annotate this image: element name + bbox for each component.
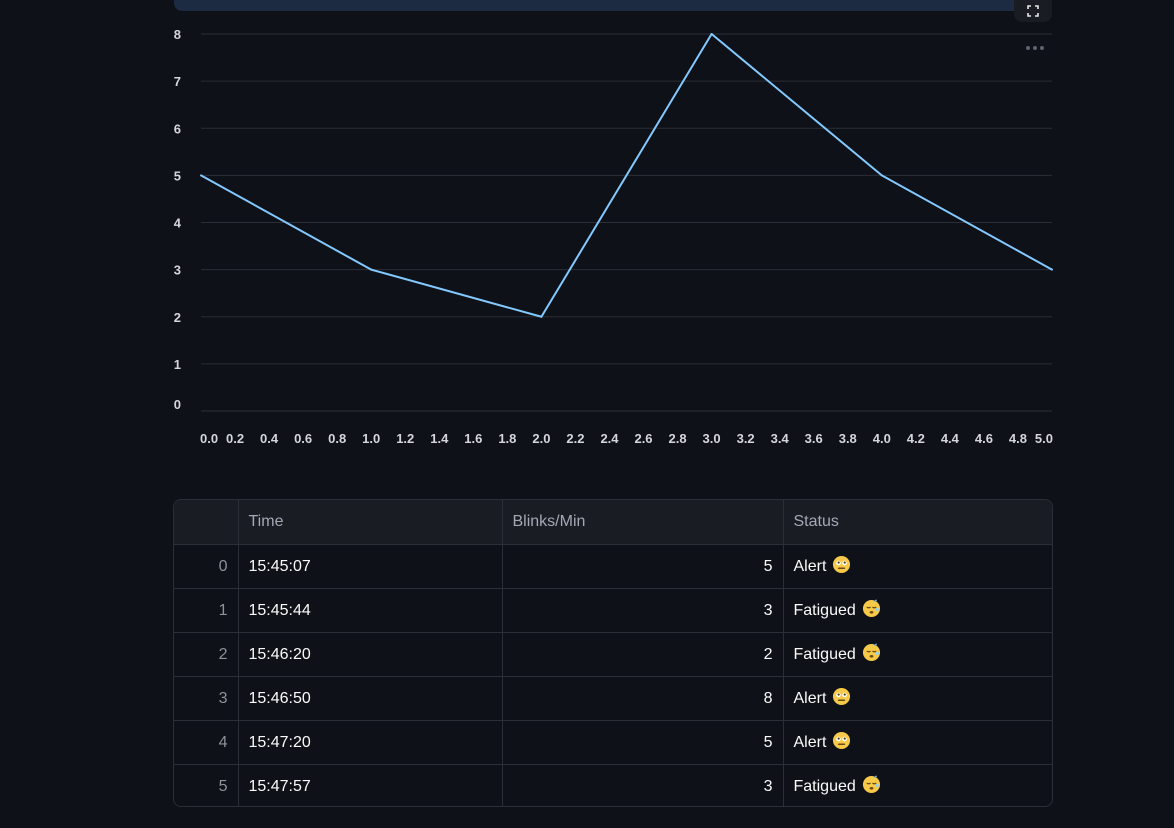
cell-status[interactable]: Alert <box>783 720 1052 765</box>
sleepy-face-icon <box>862 642 881 667</box>
x-tick-label: 0.4 <box>260 431 279 446</box>
column-header-time[interactable]: Time <box>238 500 503 545</box>
cell-blinks[interactable]: 5 <box>502 544 784 589</box>
x-tick-label: 4.0 <box>873 431 891 446</box>
x-tick-label: 3.8 <box>839 431 857 446</box>
y-tick-label: 7 <box>174 74 181 89</box>
x-tick-label: 2.0 <box>532 431 550 446</box>
row-index[interactable]: 4 <box>174 720 239 765</box>
x-tick-label: 1.0 <box>362 431 380 446</box>
status-label: Fatigued <box>793 645 856 663</box>
dataframe-table[interactable]: Time Blinks/Min Status 0 15:45:07 5 Alert 1 1… <box>173 499 1053 807</box>
y-tick-label: 8 <box>174 27 181 42</box>
cell-blinks[interactable]: 8 <box>502 676 784 721</box>
table-row[interactable]: 3 15:46:50 8 Alert <box>174 676 1052 721</box>
cell-time[interactable]: 15:45:44 <box>238 588 503 633</box>
alert-face-icon <box>832 555 851 579</box>
x-tick-label: 4.4 <box>941 431 960 446</box>
x-tick-label: 4.8 <box>1009 431 1027 446</box>
alert-face-icon <box>832 731 851 755</box>
table-row[interactable]: 1 15:45:44 3 Fatigued <box>174 588 1052 633</box>
table-header-row: Time Blinks/Min Status <box>174 500 1052 545</box>
more-horizontal-icon <box>1026 46 1044 50</box>
cell-status[interactable]: Alert <box>783 544 1052 589</box>
x-tick-label: 0.0 <box>200 431 218 446</box>
cell-time[interactable]: 15:45:07 <box>238 544 503 589</box>
table-row[interactable]: 0 15:45:07 5 Alert <box>174 544 1052 589</box>
column-header-status[interactable]: Status <box>783 500 1052 545</box>
x-tick-label: 1.4 <box>430 431 449 446</box>
y-tick-label: 2 <box>174 310 181 325</box>
data-point[interactable] <box>710 33 713 35</box>
status-label: Alert <box>793 689 827 707</box>
x-tick-label: 3.2 <box>737 431 755 446</box>
cell-time[interactable]: 15:46:50 <box>238 676 503 721</box>
cell-status[interactable]: Fatigued <box>783 765 1052 807</box>
y-tick-label: 4 <box>174 216 182 231</box>
x-tick-label: 1.8 <box>498 431 516 446</box>
chart-menu-button[interactable] <box>1020 38 1050 58</box>
row-index[interactable]: 1 <box>174 588 239 633</box>
sleepy-face-icon <box>862 598 881 623</box>
data-point[interactable] <box>880 174 883 177</box>
status-label: Fatigued <box>793 777 856 795</box>
cell-status[interactable]: Fatigued <box>783 632 1052 677</box>
data-point[interactable] <box>540 315 543 318</box>
table-row[interactable]: 2 15:46:20 2 Fatigued <box>174 632 1052 677</box>
x-tick-label: 1.2 <box>396 431 414 446</box>
x-tick-label: 2.4 <box>600 431 619 446</box>
column-header-index[interactable] <box>174 500 239 545</box>
row-index[interactable]: 2 <box>174 632 239 677</box>
x-tick-label: 4.6 <box>975 431 993 446</box>
cell-blinks[interactable]: 2 <box>502 632 784 677</box>
cell-blinks[interactable]: 3 <box>502 588 784 633</box>
row-index[interactable]: 0 <box>174 544 239 589</box>
cell-time[interactable]: 15:46:20 <box>238 632 503 677</box>
cell-blinks[interactable]: 5 <box>502 720 784 765</box>
y-tick-label: 6 <box>174 121 181 136</box>
x-tick-label: 4.2 <box>907 431 925 446</box>
y-tick-label: 3 <box>174 263 181 278</box>
x-tick-label: 2.6 <box>634 431 652 446</box>
row-index[interactable]: 5 <box>174 764 239 806</box>
y-tick-label: 0 <box>174 397 181 412</box>
alert-face-icon <box>832 687 851 711</box>
cell-blinks[interactable]: 3 <box>502 764 784 806</box>
sleepy-face-icon <box>862 774 881 799</box>
table-row[interactable]: 4 15:47:20 5 Alert <box>174 720 1052 765</box>
x-tick-label: 3.0 <box>703 431 721 446</box>
cell-time[interactable]: 15:47:57 <box>238 764 503 806</box>
y-tick-label: 1 <box>174 357 181 372</box>
row-index[interactable]: 3 <box>174 676 239 721</box>
status-label: Alert <box>793 557 827 575</box>
data-point[interactable] <box>200 174 202 177</box>
app-page: 012345678 0.0 0.2 0.4 0.6 0.8 1.0 1.2 1.4 1.6 1.8… <box>0 0 1174 828</box>
column-header-blinks[interactable]: Blinks/Min <box>502 500 784 545</box>
status-label: Fatigued <box>793 601 856 619</box>
x-tick-label: 1.6 <box>464 431 482 446</box>
line-chart: 0 1 2 3 4 5 6 7 8 0.0 0.2 0.4 0.6 0.8 1.0 1.2 1.4 1.6 1.8… <box>174 27 1053 446</box>
table-row[interactable]: 5 15:47:57 3 Fatigued <box>174 764 1052 807</box>
status-label: Alert <box>793 733 827 751</box>
cell-status[interactable]: Fatigued <box>783 588 1052 633</box>
x-tick-label: 0.8 <box>328 431 346 446</box>
cell-time[interactable]: 15:47:20 <box>238 720 503 765</box>
x-tick-label: 2.2 <box>566 431 584 446</box>
x-tick-label: 0.2 <box>226 431 244 446</box>
x-tick-label: 2.8 <box>669 431 687 446</box>
x-tick-label: 3.6 <box>805 431 823 446</box>
data-point[interactable] <box>1051 268 1053 271</box>
y-tick-label: 5 <box>174 168 181 183</box>
data-point[interactable] <box>370 268 373 271</box>
x-tick-label: 5.0 <box>1035 431 1053 446</box>
cell-status[interactable]: Alert <box>783 676 1052 721</box>
x-tick-label: 0.6 <box>294 431 312 446</box>
x-tick-label: 3.4 <box>771 431 790 446</box>
